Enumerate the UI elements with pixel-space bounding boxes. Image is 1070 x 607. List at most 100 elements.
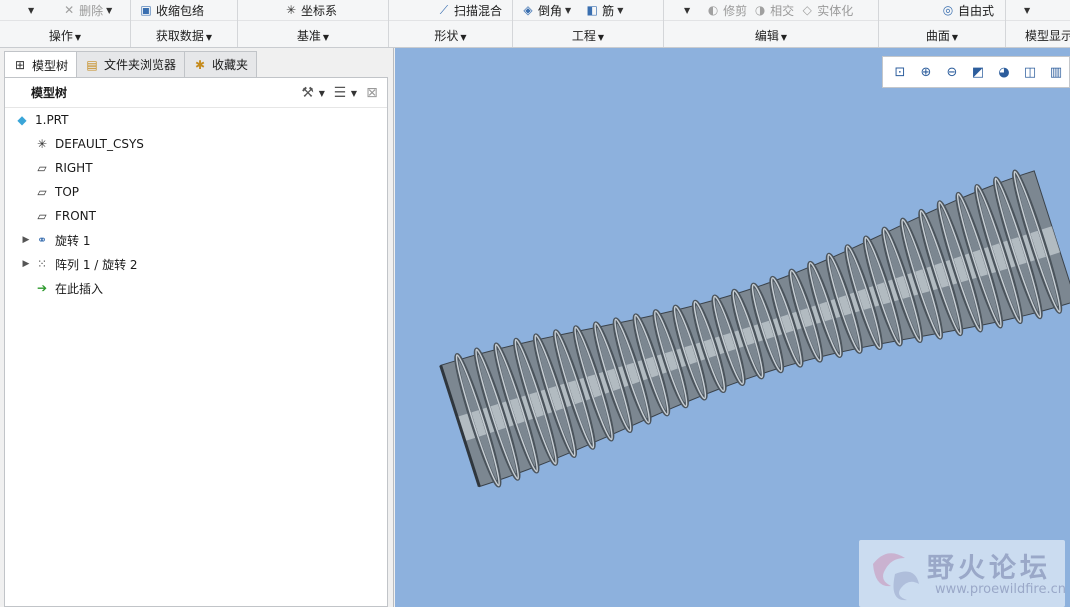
tab-folder-browser[interactable]: ▤ 文件夹浏览器 <box>76 51 186 77</box>
saved-views-icon[interactable]: ◫ <box>1019 61 1041 83</box>
tree-item-top[interactable]: ▱ TOP <box>33 181 79 203</box>
tree-item-insert-here[interactable]: ➔ 在此插入 <box>33 277 103 299</box>
threaded-shaft-model[interactable] <box>395 48 1070 607</box>
delete-button[interactable]: ✕ 删除 ▼ <box>62 2 112 19</box>
pattern-icon: ⁙ <box>36 257 48 271</box>
rib-icon: ◧ <box>586 3 598 17</box>
tab-label: 收藏夹 <box>212 58 249 72</box>
tree-item-part[interactable]: ◆ 1.PRT <box>13 109 68 131</box>
csys-button[interactable]: ✳ 坐标系 <box>284 2 337 19</box>
datum-plane-icon: ▱ <box>37 161 47 175</box>
ribbon-group-model-display: ▼ 模型显示 <box>1006 0 1070 47</box>
chevron-down-icon[interactable]: ▼ <box>28 6 34 15</box>
shaft-highlight <box>457 226 1061 442</box>
repaint-icon[interactable]: ◩ <box>967 61 989 83</box>
watermark: 野火论坛 www.proewildfire.cn <box>859 540 1066 607</box>
csys-icon: ✳ <box>285 3 297 17</box>
tree-show-button[interactable]: ☰ ▼ <box>331 83 357 103</box>
tab-label: 模型树 <box>32 58 69 73</box>
trim-button[interactable]: ◐ 修剪 <box>706 2 747 19</box>
display-style-icon[interactable]: ▥ <box>1045 61 1067 83</box>
ribbon-group-label[interactable]: 基准 ▼ <box>238 27 388 44</box>
swept-blend-button[interactable]: ⟋ 扫描混合 <box>437 2 502 19</box>
shading-icon[interactable]: ◕ <box>993 61 1015 83</box>
tree-item-front[interactable]: ▱ FRONT <box>33 205 96 227</box>
tree-settings-button[interactable]: ⚒ ▼ <box>299 83 325 103</box>
chamfer-label: 倒角 <box>538 3 563 18</box>
chevron-down-icon[interactable]: ▼ <box>684 6 690 15</box>
shrinkwrap-label: 收缩包络 <box>156 3 205 18</box>
tree-item-revolve-1[interactable]: ▶ ⚭ 旋转 1 <box>19 229 91 251</box>
tree-item-right[interactable]: ▱ RIGHT <box>33 157 92 179</box>
chevron-down-icon: ▼ <box>350 88 357 98</box>
refit-icon[interactable]: ⊡ <box>889 61 911 83</box>
model-tree-icon: ⊞ <box>14 58 26 72</box>
tools-icon: ⚒ <box>301 85 314 101</box>
chevron-down-icon: ▼ <box>565 5 572 15</box>
tab-model-tree[interactable]: ⊞ 模型树 <box>4 51 78 78</box>
tree-item-label: 在此插入 <box>55 281 104 296</box>
ribbon-group-label[interactable]: 形状 ▼ <box>389 27 512 44</box>
csys-label: 坐标系 <box>301 3 338 18</box>
ribbon-group-shapes: ⟋ 扫描混合 形状 ▼ <box>389 0 513 47</box>
intersect-label: 相交 <box>770 3 795 18</box>
ribbon-group-label[interactable]: 获取数据 ▼ <box>131 27 237 44</box>
chevron-down-icon[interactable]: ▼ <box>1024 6 1030 15</box>
ribbon-group-label[interactable]: 操作 ▼ <box>0 27 130 44</box>
tree-item-label: 阵列 1 / 旋转 2 <box>55 257 138 272</box>
trim-icon: ◐ <box>707 3 719 17</box>
tree-header: 模型树 ⚒ ▼ ☰ ▼ ⊠ <box>5 78 387 108</box>
tree-filter-button[interactable]: ⊠ <box>363 83 381 103</box>
tree-item-pattern-1[interactable]: ▶ ⁙ 阵列 1 / 旋转 2 <box>19 253 138 275</box>
csys-icon: ✳ <box>36 137 48 151</box>
favorites-icon: ✱ <box>195 57 206 72</box>
ribbon-group-editing: ▼ ◐ 修剪 ◑ 相交 ◇ 实体化 编辑 ▼ <box>664 0 879 47</box>
view-toolbar: ⊡ ⊕ ⊖ ◩ ◕ ◫ ▥ <box>882 56 1070 88</box>
folder-browser-icon: ▤ <box>86 57 98 72</box>
graphics-viewport[interactable]: ⊡ ⊕ ⊖ ◩ ◕ ◫ ▥ 野火论坛 www.proewildfire.cn <box>395 48 1070 607</box>
tree-item-label: 1.PRT <box>35 113 69 127</box>
left-panel: ⊞ 模型树 ▤ 文件夹浏览器 ✱ 收藏夹 模型树 ⚒ ▼ ☰ ▼ ⊠ ◆ 1.P… <box>0 48 394 607</box>
filter-icon: ⊠ <box>366 85 378 101</box>
shrinkwrap-button[interactable]: ▣ 收缩包络 <box>139 2 204 19</box>
delete-icon: ✕ <box>64 3 75 17</box>
model-tree-pane: 模型树 ⚒ ▼ ☰ ▼ ⊠ ◆ 1.PRT ✳ DEFAULT_CSYS ▱ R… <box>4 77 388 607</box>
tab-label: 文件夹浏览器 <box>104 58 177 72</box>
datum-plane-icon: ▱ <box>37 185 47 199</box>
ribbon-group-label[interactable]: 工程 ▼ <box>513 27 663 44</box>
chevron-down-icon: ▼ <box>318 88 325 98</box>
ribbon-group-datum: ✳ 坐标系 基准 ▼ <box>238 0 389 47</box>
solidify-label: 实体化 <box>817 3 854 18</box>
watermark-title: 野火论坛 <box>927 553 1051 584</box>
ribbon-group-label[interactable]: 曲面 ▼ <box>879 27 1005 44</box>
solidify-button[interactable]: ◇ 实体化 <box>800 2 854 19</box>
ribbon-group-label[interactable]: 模型显示 <box>1006 27 1070 44</box>
insert-here-arrow-icon: ➔ <box>36 281 48 295</box>
chamfer-icon: ◈ <box>523 3 533 17</box>
shrinkwrap-icon: ▣ <box>140 3 152 17</box>
zoom-in-icon[interactable]: ⊕ <box>915 61 937 83</box>
intersect-icon: ◑ <box>754 3 766 17</box>
expand-arrow-icon[interactable]: ▶ <box>19 259 33 269</box>
tree-item-default-csys[interactable]: ✳ DEFAULT_CSYS <box>33 133 144 155</box>
freestyle-button[interactable]: ◎ 自由式 <box>941 2 994 19</box>
swept-blend-label: 扫描混合 <box>454 3 503 18</box>
chevron-down-icon: ▼ <box>617 5 624 15</box>
tree-item-label: 旋转 1 <box>55 233 91 248</box>
rib-label: 筋 <box>602 3 615 18</box>
panel-tabs: ⊞ 模型树 ▤ 文件夹浏览器 ✱ 收藏夹 <box>4 51 258 78</box>
zoom-out-icon[interactable]: ⊖ <box>941 61 963 83</box>
delete-label: 删除 <box>79 3 104 18</box>
tab-favorites[interactable]: ✱ 收藏夹 <box>184 51 258 77</box>
chamfer-button[interactable]: ◈ 倒角 ▼ <box>521 2 571 19</box>
ribbon: ▼ ✕ 删除 ▼ 操作 ▼ ▣ 收缩包络 获取数据 ▼ ✳ 坐标系 基准 ▼ ⟋… <box>0 0 1070 48</box>
revolve-icon: ⚭ <box>36 233 48 247</box>
ribbon-group-label[interactable]: 编辑 ▼ <box>664 27 878 44</box>
rib-button[interactable]: ◧ 筋 ▼ <box>585 2 624 19</box>
ribbon-group-engineering: ◈ 倒角 ▼ ◧ 筋 ▼ 工程 ▼ <box>513 0 664 47</box>
ribbon-group-get-data: ▣ 收缩包络 获取数据 ▼ <box>131 0 238 47</box>
datum-plane-icon: ▱ <box>37 209 47 223</box>
intersect-button[interactable]: ◑ 相交 <box>753 2 794 19</box>
expand-arrow-icon[interactable]: ▶ <box>19 235 33 245</box>
solidify-icon: ◇ <box>802 3 812 17</box>
